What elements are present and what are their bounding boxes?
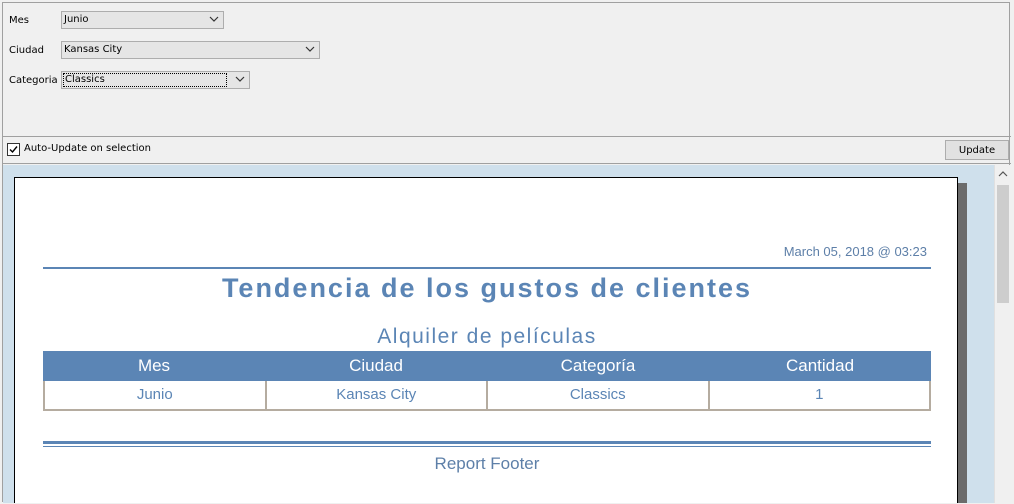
ciudad-select[interactable]: Kansas City bbox=[61, 41, 320, 59]
report-title: Tendencia de los gustos de clientes bbox=[221, 273, 753, 303]
mes-select[interactable]: Junio bbox=[61, 11, 224, 29]
categoria-select-value: Classics bbox=[63, 73, 227, 87]
table-row: Junio Kansas City Classics 1 bbox=[43, 381, 931, 411]
table-cell: Classics bbox=[488, 381, 710, 409]
ciudad-select-value: Kansas City bbox=[64, 44, 123, 55]
report-date: March 05, 2018 @ 03:23 bbox=[783, 244, 927, 259]
vertical-scrollbar[interactable] bbox=[994, 165, 1011, 503]
mes-label: Mes bbox=[9, 15, 29, 26]
categoria-select[interactable]: Classics bbox=[61, 71, 250, 89]
ciudad-label: Ciudad bbox=[9, 45, 44, 56]
footer-rule-thin bbox=[43, 446, 931, 447]
table-cell: Kansas City bbox=[267, 381, 488, 409]
report-page: March 05, 2018 @ 03:23 Tendencia de los … bbox=[14, 177, 958, 503]
toolbar: Auto-Update on selection Update bbox=[3, 137, 1011, 164]
auto-update-label[interactable]: Auto-Update on selection bbox=[24, 143, 151, 154]
mes-select-value: Junio bbox=[64, 14, 89, 25]
table-cell: 1 bbox=[815, 386, 824, 403]
table-header: Mes Ciudad Categoría Cantidad bbox=[43, 351, 931, 381]
report-table: Mes Ciudad Categoría Cantidad Junio Kans… bbox=[43, 351, 931, 411]
chevron-up-icon[interactable] bbox=[998, 169, 1008, 179]
column-header-cantidad: Cantidad bbox=[785, 356, 855, 375]
header-rule bbox=[43, 267, 931, 269]
footer-rule-thick bbox=[43, 441, 931, 444]
scrollbar-thumb[interactable] bbox=[997, 185, 1009, 303]
auto-update-checkbox[interactable] bbox=[7, 143, 20, 156]
column-header-mes: Mes bbox=[137, 356, 171, 375]
table-cell: Junio bbox=[45, 381, 267, 409]
report-footer: Report Footer bbox=[434, 454, 540, 473]
column-header-ciudad: Ciudad bbox=[349, 356, 403, 375]
report-preview: March 05, 2018 @ 03:23 Tendencia de los … bbox=[3, 165, 1011, 503]
chevron-down-icon bbox=[235, 76, 245, 82]
report-viewer: Mes Junio Ciudad Kansas City Categoria C… bbox=[2, 2, 1011, 503]
column-header-categoria: Categoría bbox=[560, 356, 636, 375]
update-button[interactable]: Update bbox=[945, 140, 1009, 160]
chevron-down-icon bbox=[305, 46, 315, 52]
report-subtitle: Alquiler de películas bbox=[377, 325, 597, 348]
checkmark-icon bbox=[9, 146, 18, 154]
categoria-label: Categoria bbox=[9, 75, 58, 86]
chevron-down-icon bbox=[209, 16, 219, 22]
parameter-panel: Mes Junio Ciudad Kansas City Categoria C… bbox=[3, 3, 1011, 137]
